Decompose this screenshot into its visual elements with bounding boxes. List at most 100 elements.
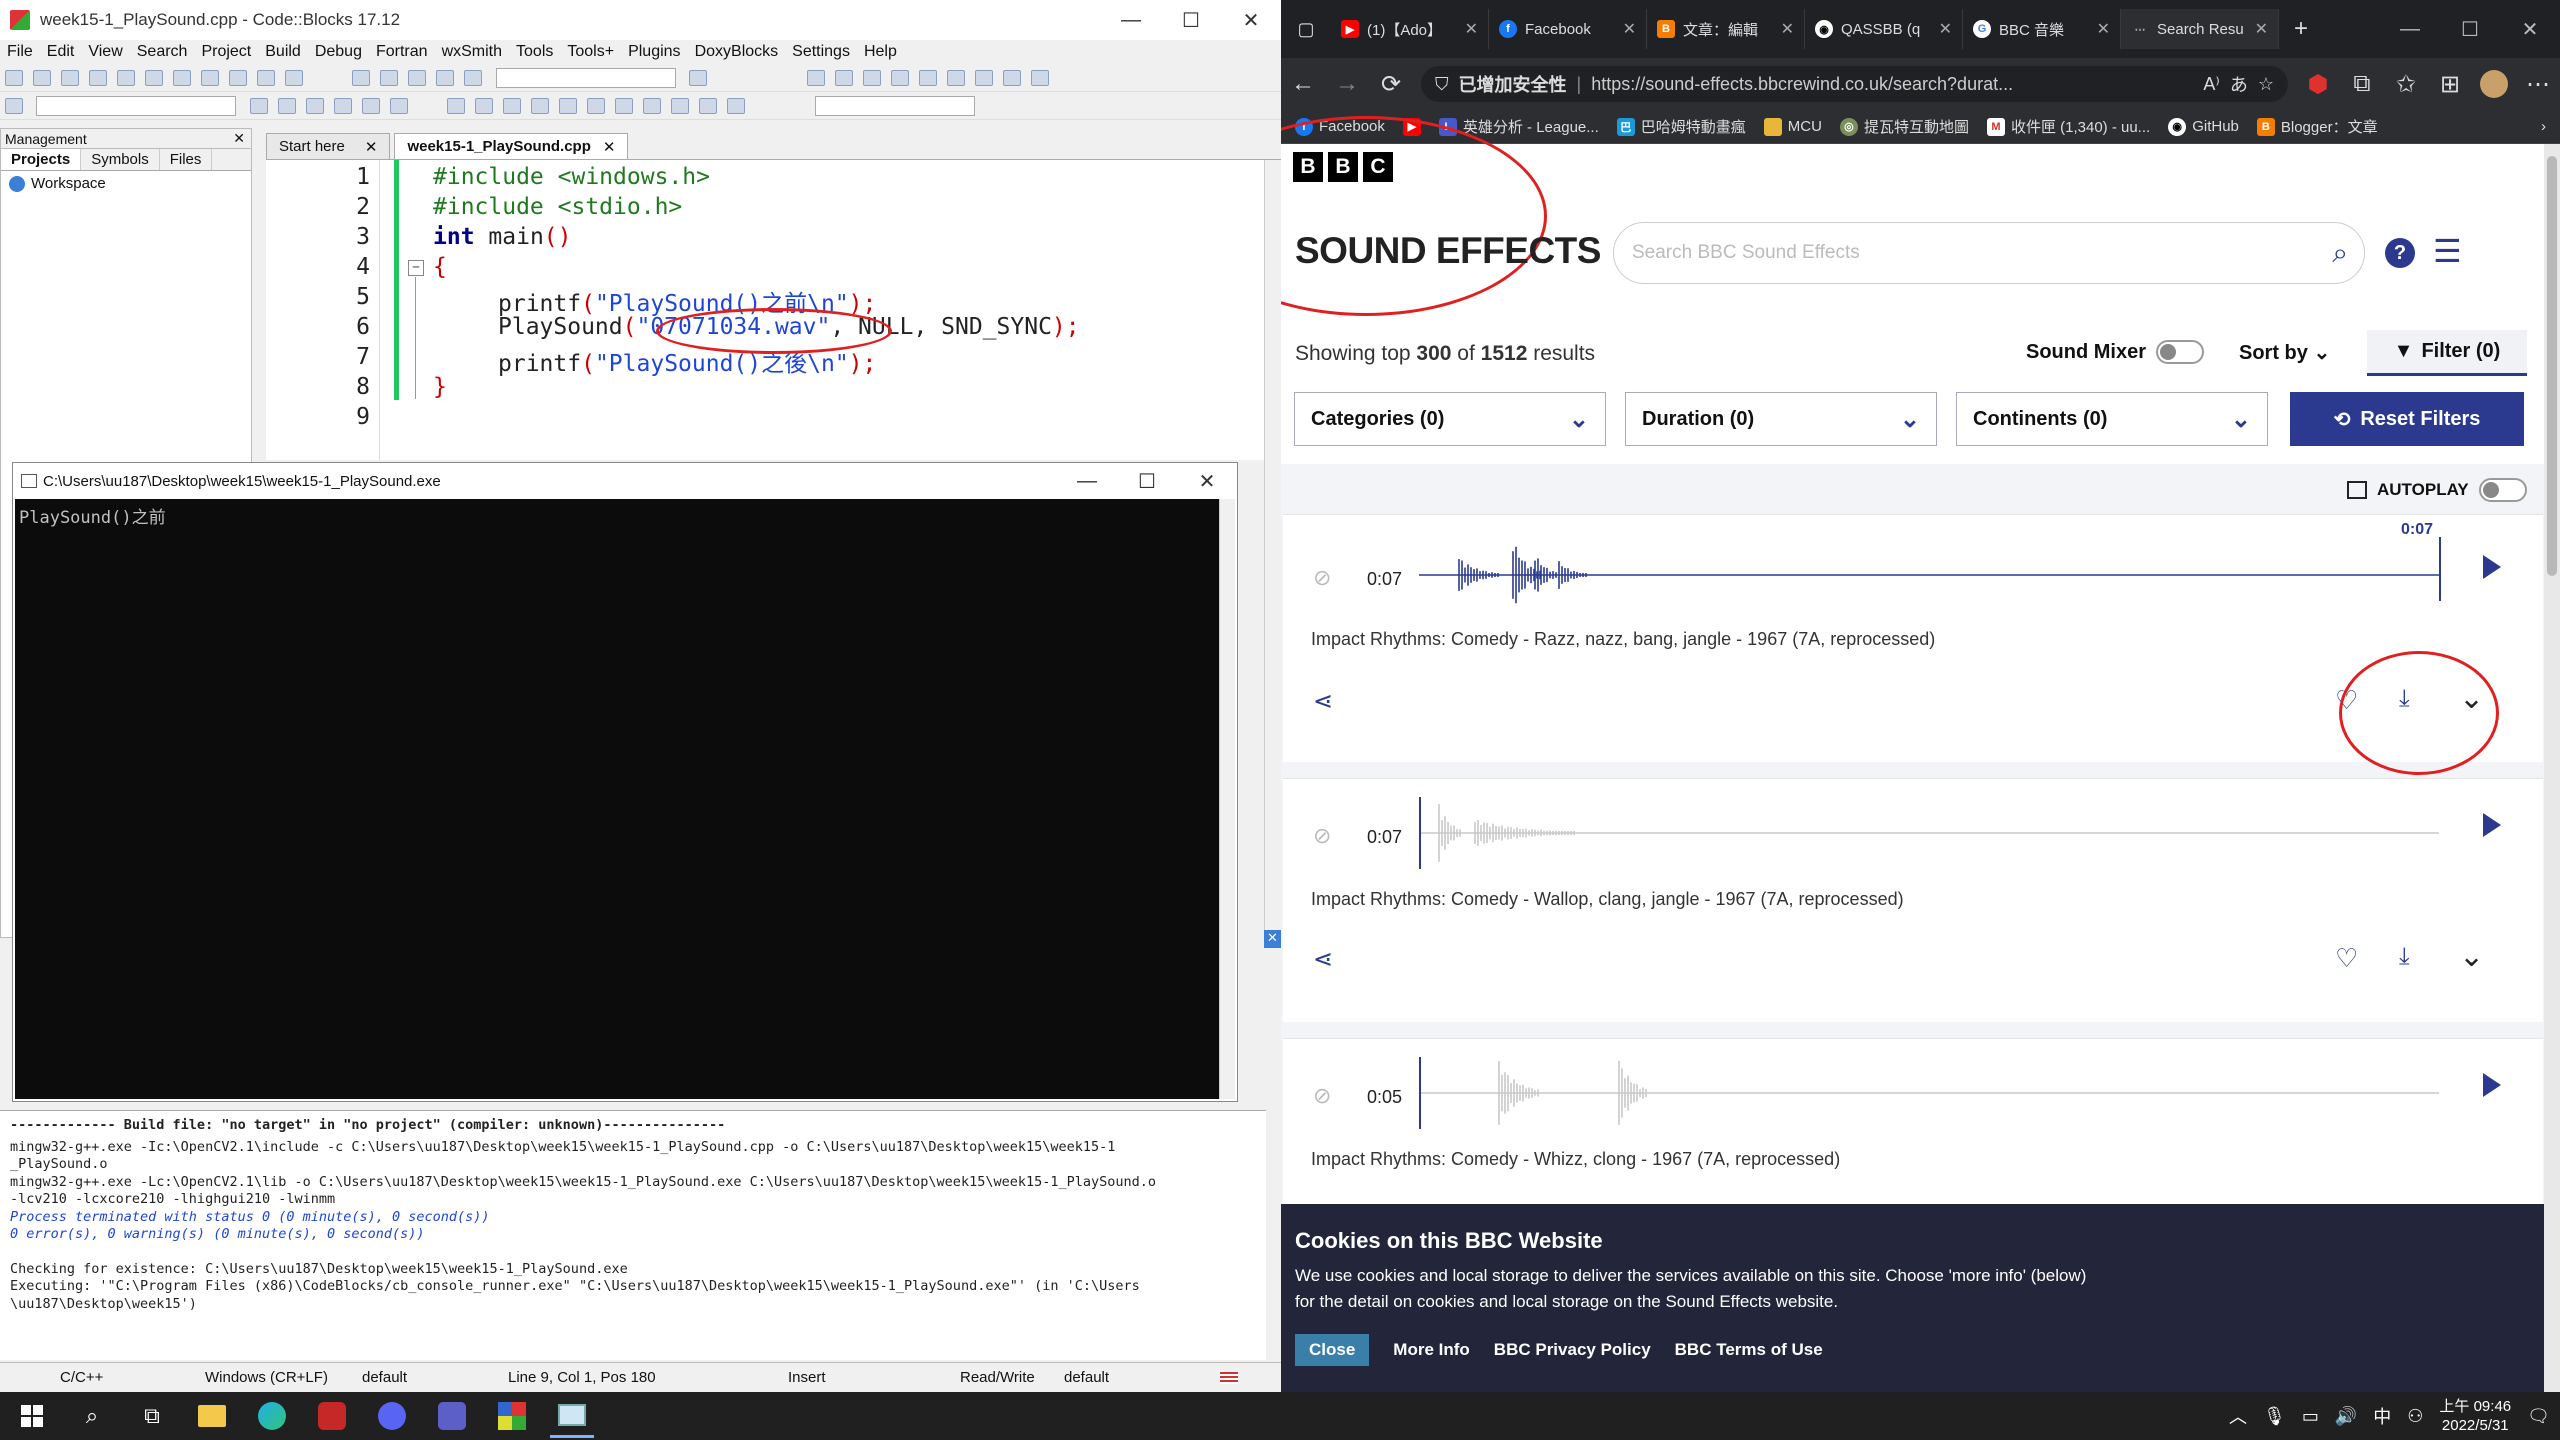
menu-file[interactable]: File xyxy=(7,43,33,61)
menu-search[interactable]: Search xyxy=(137,43,188,61)
collections-icon[interactable]: ⊞ xyxy=(2428,62,2472,106)
chevron-down-icon[interactable]: ⌄ xyxy=(2459,939,2484,974)
browser-tab[interactable]: B 文章：編輯 ✕ xyxy=(1647,9,1805,49)
play-button[interactable] xyxy=(2483,555,2501,579)
bookmarks-more-icon[interactable]: › xyxy=(2541,118,2546,135)
menu-project[interactable]: Project xyxy=(201,43,251,61)
step-into-icon[interactable] xyxy=(862,70,881,86)
highlight-icon[interactable] xyxy=(305,98,324,114)
cursor-icon[interactable] xyxy=(447,98,466,114)
close-tab-icon[interactable]: ✕ xyxy=(2255,19,2268,39)
zoom-in-icon[interactable] xyxy=(643,98,662,114)
file-explorer-icon[interactable] xyxy=(190,1394,234,1438)
task-view-icon[interactable]: ⧉ xyxy=(130,1394,174,1438)
sort-by-dropdown[interactable]: Sort by ⌄ xyxy=(2239,340,2330,365)
ime-indicator[interactable]: 中 xyxy=(2373,1403,2391,1429)
fold-toggle-icon[interactable]: − xyxy=(408,260,424,276)
heart-icon[interactable]: ♡ xyxy=(2335,943,2358,974)
new-file-icon[interactable] xyxy=(5,70,23,86)
redo-icon[interactable] xyxy=(145,70,163,86)
scrollbar-thumb[interactable] xyxy=(2547,156,2557,576)
menu-view[interactable]: View xyxy=(88,43,122,61)
build-run-icon[interactable] xyxy=(408,70,427,86)
tab-playsound-cpp[interactable]: week15-1_PlaySound.cpp ✕ xyxy=(394,133,629,159)
debug-icon[interactable] xyxy=(806,70,825,86)
sound-mixer-toggle[interactable]: Sound Mixer xyxy=(2026,340,2205,364)
categories-filter[interactable]: Categories (0) ⌄ xyxy=(1294,392,1606,446)
search-icon[interactable]: ⌕ xyxy=(70,1394,114,1438)
bookmark-item[interactable]: M 收件匣 (1,340) - uu... xyxy=(1986,116,2150,137)
comment-icon[interactable] xyxy=(503,98,522,114)
share-icon[interactable]: ⋖ xyxy=(1313,945,1333,974)
toggle-switch[interactable] xyxy=(2156,340,2205,364)
jump-back-icon[interactable] xyxy=(249,98,268,114)
cookie-close-button[interactable]: Close xyxy=(1295,1334,1370,1366)
scope-select[interactable] xyxy=(36,96,237,116)
mute-icon[interactable]: ⊘ xyxy=(1313,565,1331,591)
toggle-comment-icon[interactable] xyxy=(559,98,578,114)
page-scrollbar[interactable] xyxy=(2544,144,2560,1392)
bookmark-icon[interactable] xyxy=(5,98,23,114)
help-icon[interactable]: ? xyxy=(2385,238,2415,268)
symbol-select[interactable] xyxy=(814,96,975,116)
tab-actions-icon[interactable]: ▢ xyxy=(1281,7,1331,51)
abort-icon[interactable] xyxy=(464,70,483,86)
minimize-button[interactable]: — xyxy=(1101,0,1161,40)
translate-icon[interactable]: あ xyxy=(2230,71,2248,97)
match-icon[interactable] xyxy=(389,98,408,114)
privacy-policy-link[interactable]: BBC Privacy Policy xyxy=(1494,1340,1651,1360)
menu-doxyblocks[interactable]: DoxyBlocks xyxy=(695,43,779,61)
close-tab-icon[interactable]: ✕ xyxy=(1781,19,1794,39)
uncomment-icon[interactable] xyxy=(531,98,550,114)
maximize-button[interactable]: ☐ xyxy=(1161,0,1221,40)
menu-wxsmith[interactable]: wxSmith xyxy=(442,43,502,61)
toggle-switch[interactable] xyxy=(2478,478,2527,502)
menu-fortran[interactable]: Fortran xyxy=(376,43,428,61)
menu-help[interactable]: Help xyxy=(864,43,897,61)
close-tab-icon[interactable]: ✕ xyxy=(365,138,378,156)
stop-debug-icon[interactable] xyxy=(974,70,993,86)
debug-windows-icon[interactable] xyxy=(1002,70,1021,86)
garena-icon[interactable] xyxy=(310,1394,354,1438)
close-tab-icon[interactable]: ✕ xyxy=(1623,19,1636,39)
refresh-icon[interactable] xyxy=(727,98,746,114)
rebuild-icon[interactable] xyxy=(436,70,455,86)
target-icon[interactable] xyxy=(689,70,708,86)
menu-hamburger-icon[interactable]: ☰ xyxy=(2433,235,2462,267)
close-logs-icon[interactable]: ✕ xyxy=(1264,930,1281,948)
paste-icon[interactable] xyxy=(229,70,247,86)
teams-icon[interactable] xyxy=(430,1394,474,1438)
info-icon[interactable] xyxy=(1030,70,1049,86)
browser-close-button[interactable]: ✕ xyxy=(2500,9,2560,49)
new-tab-button[interactable]: + xyxy=(2279,7,2323,51)
run-icon[interactable] xyxy=(380,70,399,86)
menu-tools[interactable]: Tools xyxy=(516,43,553,61)
browser-maximize-button[interactable]: ☐ xyxy=(2440,9,2500,49)
continents-filter[interactable]: Continents (0) ⌄ xyxy=(1956,392,2268,446)
menu-edit[interactable]: Edit xyxy=(47,43,75,61)
bookmark-item[interactable]: ◎ 提瓦特互動地圖 xyxy=(1839,116,1969,137)
duration-filter[interactable]: Duration (0) ⌄ xyxy=(1625,392,1937,446)
settings-more-icon[interactable]: ⋯ xyxy=(2516,62,2560,106)
browser-minimize-button[interactable]: — xyxy=(2380,9,2440,49)
editor-scrollbar[interactable] xyxy=(1264,160,1281,930)
console-maximize-button[interactable]: ☐ xyxy=(1117,461,1177,501)
network-icon[interactable]: ▭ xyxy=(2302,1406,2319,1427)
menu-build[interactable]: Build xyxy=(265,43,301,61)
undo-icon[interactable] xyxy=(117,70,135,86)
cut-icon[interactable] xyxy=(173,70,191,86)
jump-forward-icon[interactable] xyxy=(277,98,296,114)
tab-files[interactable]: Files xyxy=(160,149,213,170)
browser-tab[interactable]: ◉ QASSBB (q ✕ xyxy=(1805,9,1963,49)
browser-tab[interactable]: f Facebook ✕ xyxy=(1489,9,1647,49)
browser-tab-active[interactable]: ⋯ Search Resu ✕ xyxy=(2121,9,2279,49)
replace-icon[interactable] xyxy=(285,70,303,86)
reset-filters-button[interactable]: ⟲ Reset Filters xyxy=(2290,392,2524,446)
console-taskbar-icon[interactable] xyxy=(550,1394,594,1438)
console-minimize-button[interactable]: — xyxy=(1057,461,1117,501)
tab-start-here[interactable]: Start here ✕ xyxy=(266,133,391,159)
volume-icon[interactable]: 🔊 xyxy=(2335,1406,2357,1427)
sound-title[interactable]: Impact Rhythms: Comedy - Whizz, clong - … xyxy=(1311,1149,1840,1170)
play-button[interactable] xyxy=(2483,813,2501,837)
bookmark-item[interactable]: B Blogger：文章 xyxy=(2256,116,2378,137)
